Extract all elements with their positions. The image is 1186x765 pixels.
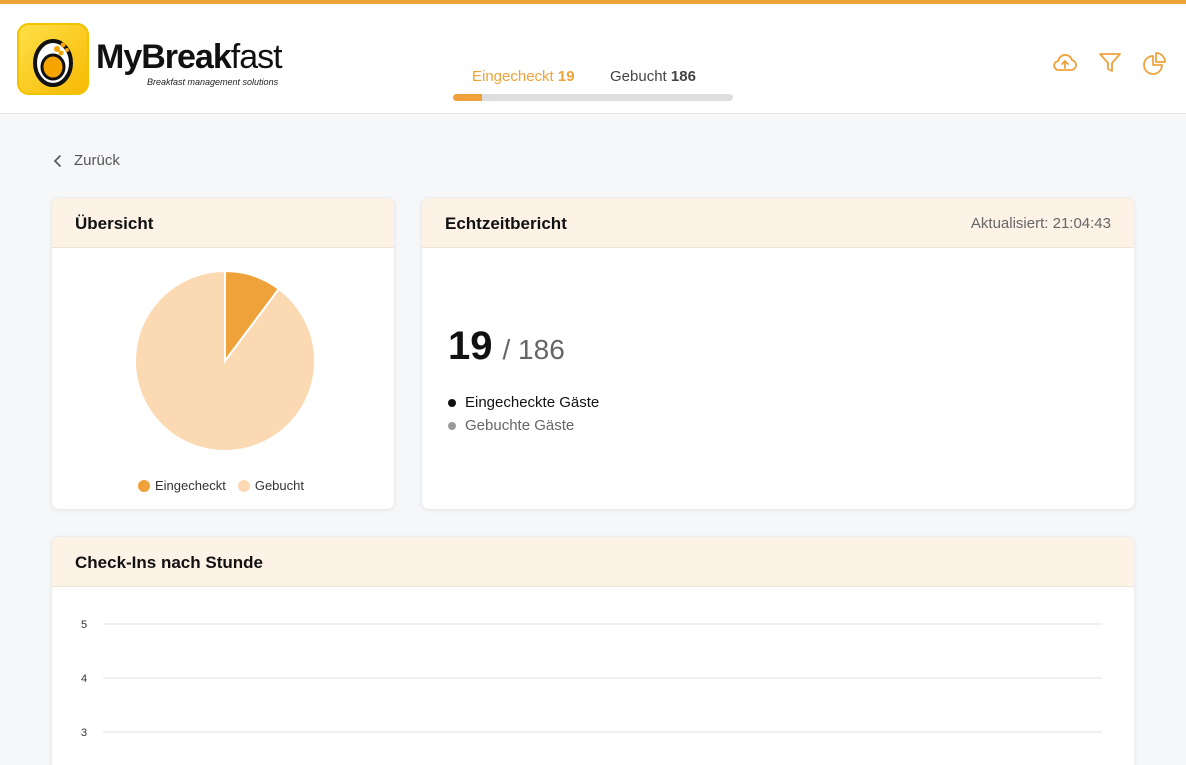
tab-gebucht[interactable]: Gebucht 186 (610, 68, 696, 85)
brand: MyBreakfast Breakfast management solutio… (96, 38, 283, 87)
booked-count: / 186 (502, 334, 565, 365)
tab-eingecheckt[interactable]: Eingecheckt 19 (472, 68, 575, 85)
legend-item-checked-guests: Eingecheckte Gäste (448, 394, 599, 411)
checked-in-count: 19 (448, 324, 493, 368)
y-tick-label: 4 (81, 673, 87, 685)
legend-label: Gebucht (254, 478, 304, 493)
filter-icon[interactable] (1097, 50, 1123, 76)
hourly-bar-chart: 5 4 3 (81, 619, 1102, 739)
legend-dot (448, 421, 456, 430)
realtime-card-header: Echtzeitbericht Aktualisiert: 21:04:43 (422, 198, 1134, 248)
pie-slice-gebucht[interactable] (134, 269, 316, 452)
overview-legend: Eingecheckt Gebucht (138, 478, 304, 493)
legend-dot (448, 398, 456, 407)
legend-label: Eingecheckt (155, 478, 226, 493)
hourly-card-header: Check-Ins nach Stunde (52, 537, 1134, 587)
cloud-upload-icon[interactable] (1052, 50, 1078, 76)
chevron-left-icon (53, 154, 61, 167)
checkin-progress-bar (453, 94, 733, 101)
brand-name: MyBreakfast (96, 38, 283, 76)
hourly-card: Check-Ins nach Stunde 5 4 3 (51, 536, 1135, 765)
y-tick-label: 3 (81, 727, 87, 739)
top-bar: MyBreakfast Breakfast management solutio… (0, 0, 1186, 114)
legend-label: Eingecheckte Gäste (465, 394, 600, 411)
pie-chart-icon[interactable] (1142, 50, 1168, 76)
overview-card: Übersicht Eingecheckt Gebucht (51, 197, 395, 510)
legend-item-eingecheckt[interactable]: Eingecheckt (138, 478, 226, 493)
checkin-ratio: 19 / 186 (448, 324, 565, 369)
overview-card-header: Übersicht (52, 198, 394, 248)
legend-item-gebucht[interactable]: Gebucht (237, 478, 304, 493)
checkin-progress-fill (453, 94, 482, 101)
brand-tagline: Breakfast management solutions (147, 77, 279, 87)
realtime-legend: Eingecheckte Gäste Gebuchte Gäste (448, 394, 599, 440)
y-tick-label: 5 (81, 619, 87, 631)
back-link[interactable]: Zurück (52, 152, 120, 169)
back-label: Zurück (74, 152, 120, 169)
legend-dot (138, 479, 150, 492)
updated-timestamp: Aktualisiert: 21:04:43 (970, 215, 1111, 232)
overview-pie-chart (134, 269, 316, 452)
logo-icon[interactable] (17, 23, 89, 95)
realtime-title: Echtzeitbericht (445, 214, 567, 233)
legend-dot (237, 479, 250, 492)
legend-label: Gebuchte Gäste (465, 417, 575, 434)
overview-title: Übersicht (75, 214, 154, 233)
hourly-title: Check-Ins nach Stunde (75, 553, 263, 572)
legend-item-booked-guests: Gebuchte Gäste (448, 417, 599, 434)
realtime-card: Echtzeitbericht Aktualisiert: 21:04:43 1… (421, 197, 1135, 510)
